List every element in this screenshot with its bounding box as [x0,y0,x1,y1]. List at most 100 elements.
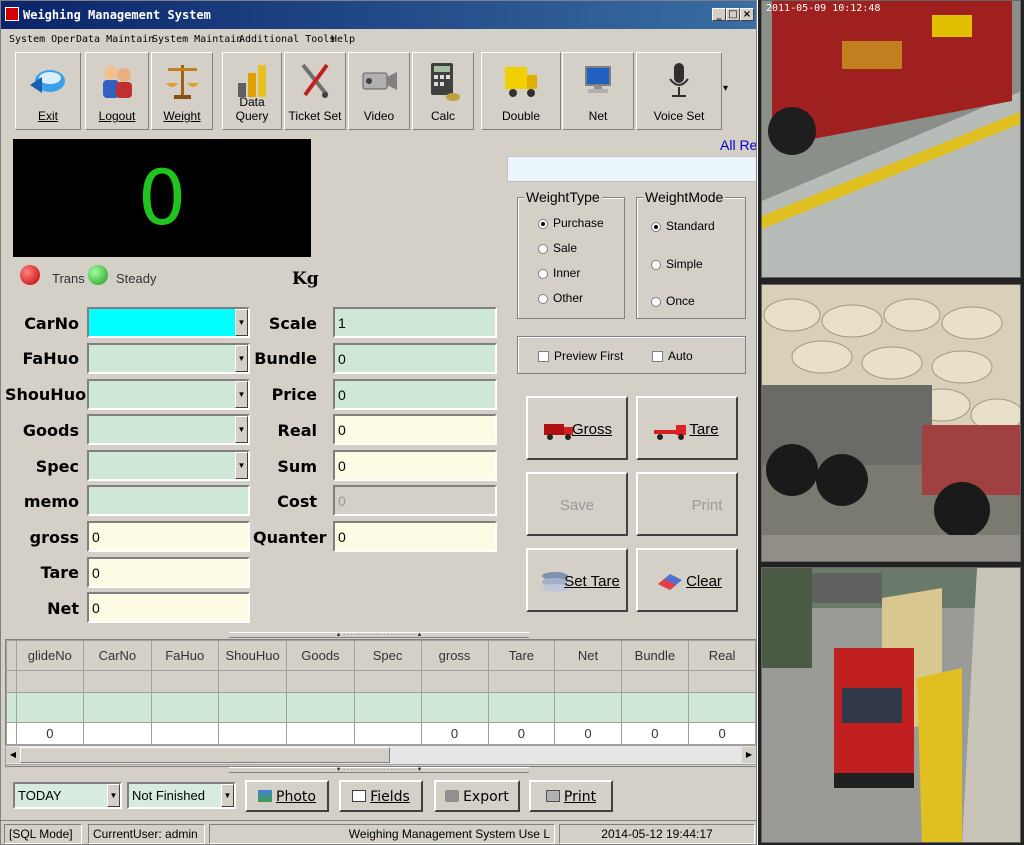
real-field[interactable]: 0 [333,414,497,445]
preview-first-checkbox[interactable]: Preview First [538,349,623,363]
search-bar[interactable] [507,156,756,182]
chevron-down-icon[interactable]: ▼ [235,345,248,372]
auto-checkbox[interactable]: Auto [652,349,693,363]
set-tare-button[interactable]: Set Tare [526,548,628,612]
spec-combo[interactable]: ▼ [87,450,250,481]
scale-field[interactable]: 1 [333,307,497,338]
col-header[interactable]: FaHuo [150,640,219,671]
truck-overview-image [762,568,1020,842]
radio-other[interactable]: Other [538,291,583,305]
status-user: CurrentUser: admin [88,824,205,844]
shouhuo-combo[interactable]: ▼ [87,379,250,410]
splitter-top[interactable]: ▲ · · · · · · · · · · · · · · · · · · · … [229,632,529,638]
fahuo-combo[interactable]: ▼ [87,343,250,374]
weight-display: 0 [13,139,311,257]
radio-simple[interactable]: Simple [651,257,703,271]
clear-button[interactable]: Clear [636,548,738,612]
goods-combo[interactable]: ▼ [87,414,250,445]
exit-button[interactable]: Exit [15,52,81,130]
weight-button[interactable]: Weight [151,52,213,130]
state-filter-select[interactable]: Not Finished ▼ [127,782,236,809]
menu-additional-tools[interactable]: Additional Tools [239,34,335,45]
horizontal-scrollbar[interactable]: ◀ ▶ [5,745,756,765]
col-header[interactable]: ShouHuo [217,640,288,671]
menu-system-oper[interactable]: System Oper [9,34,75,45]
trans-label: Trans [52,271,85,286]
table-row[interactable] [6,692,756,723]
date-filter-select[interactable]: TODAY ▼ [13,782,122,809]
camera-feed-3[interactable] [761,567,1021,843]
col-header[interactable]: CarNo [83,640,152,671]
col-header[interactable]: glideNo [15,640,85,671]
carno-combo[interactable]: ▼ [87,307,250,338]
total-cell [150,722,219,745]
title-bar[interactable]: Weighing Management System _ □ × [1,1,756,29]
quanter-field[interactable]: 0 [333,521,497,552]
price-field[interactable]: 0 [333,379,497,410]
menu-system-maintain[interactable]: System Maintain [152,34,242,45]
menu-data-maintain[interactable]: Data Maintain [76,34,154,45]
gross-button[interactable]: Gross [526,396,628,460]
checkbox-icon [538,351,549,363]
menu-help[interactable]: Help [331,34,355,45]
radio-standard[interactable]: Standard [651,219,715,233]
voice-set-button[interactable]: Voice Set [636,52,722,130]
chevron-down-icon[interactable]: ▼ [235,381,248,408]
col-header[interactable]: Real [688,640,756,671]
export-button[interactable]: Export [434,780,520,812]
save-button[interactable]: Save [526,472,628,536]
camera-feed-1[interactable]: 2011-05-09 10:12:48 [761,0,1021,278]
tare-field[interactable]: 0 [87,557,250,588]
scroll-left-icon[interactable]: ◀ [6,747,20,763]
minimize-button[interactable]: _ [712,8,726,21]
bundle-label: Bundle [254,349,317,368]
scroll-right-icon[interactable]: ▶ [742,747,756,763]
chevron-down-icon[interactable]: ▼ [107,784,120,807]
col-header[interactable]: Net [554,640,622,671]
maximize-button[interactable]: □ [726,8,740,21]
photo-button[interactable]: Photo [245,780,329,812]
tare-button[interactable]: Tare [636,396,738,460]
print-button-label: Print [691,497,723,514]
ticket-set-button[interactable]: Ticket Set [284,52,346,130]
steady-led-icon [88,265,108,285]
status-bar: [SQL Mode] CurrentUser: admin Weighing M… [1,820,756,844]
radio-sale[interactable]: Sale [538,241,577,255]
col-header[interactable]: gross [420,640,489,671]
radio-once[interactable]: Once [651,294,695,308]
table-row[interactable] [6,670,756,693]
calc-button[interactable]: Calc [412,52,474,130]
double-button[interactable]: Double [481,52,561,130]
bundle-field[interactable]: 0 [333,343,497,374]
video-button[interactable]: Video [348,52,410,130]
radio-inner[interactable]: Inner [538,266,580,280]
logout-button[interactable]: Logout [85,52,149,130]
col-header[interactable]: Bundle [620,640,690,671]
double-label: Double [501,109,541,123]
net-button[interactable]: Net [562,52,634,130]
chevron-down-icon[interactable]: ▼ [235,416,248,443]
sum-field[interactable]: 0 [333,450,497,481]
fields-button[interactable]: Fields [339,780,423,812]
chevron-down-icon[interactable]: ▼ [235,452,248,479]
bottom-print-button[interactable]: Print [529,780,613,812]
chevron-down-icon[interactable]: ▼ [235,309,248,336]
camera-feed-2[interactable] [761,284,1021,562]
splitter-bottom[interactable]: ▼ · · · · · · · · · · · · · · · · · · · … [229,767,529,773]
all-records-link[interactable]: All Re [720,137,756,153]
shouhuo-label: ShouHuo [5,385,87,404]
scroll-thumb[interactable] [20,747,390,763]
radio-purchase[interactable]: Purchase [538,216,604,230]
col-header[interactable]: Goods [286,640,355,671]
close-button[interactable]: × [740,8,754,21]
memo-field[interactable] [87,485,250,516]
print-button[interactable]: Print [636,472,738,536]
col-header[interactable]: Tare [487,640,556,671]
chevron-down-icon[interactable]: ▼ [221,784,234,807]
toolbar-more-icon[interactable]: ▾ [723,83,728,94]
data-query-button[interactable]: Data Query [222,52,282,130]
weight-mode-group: WeightMode Standard Simple Once [636,189,746,319]
col-header[interactable]: Spec [353,640,422,671]
net-field[interactable]: 0 [87,592,250,623]
gross-field[interactable]: 0 [87,521,250,552]
